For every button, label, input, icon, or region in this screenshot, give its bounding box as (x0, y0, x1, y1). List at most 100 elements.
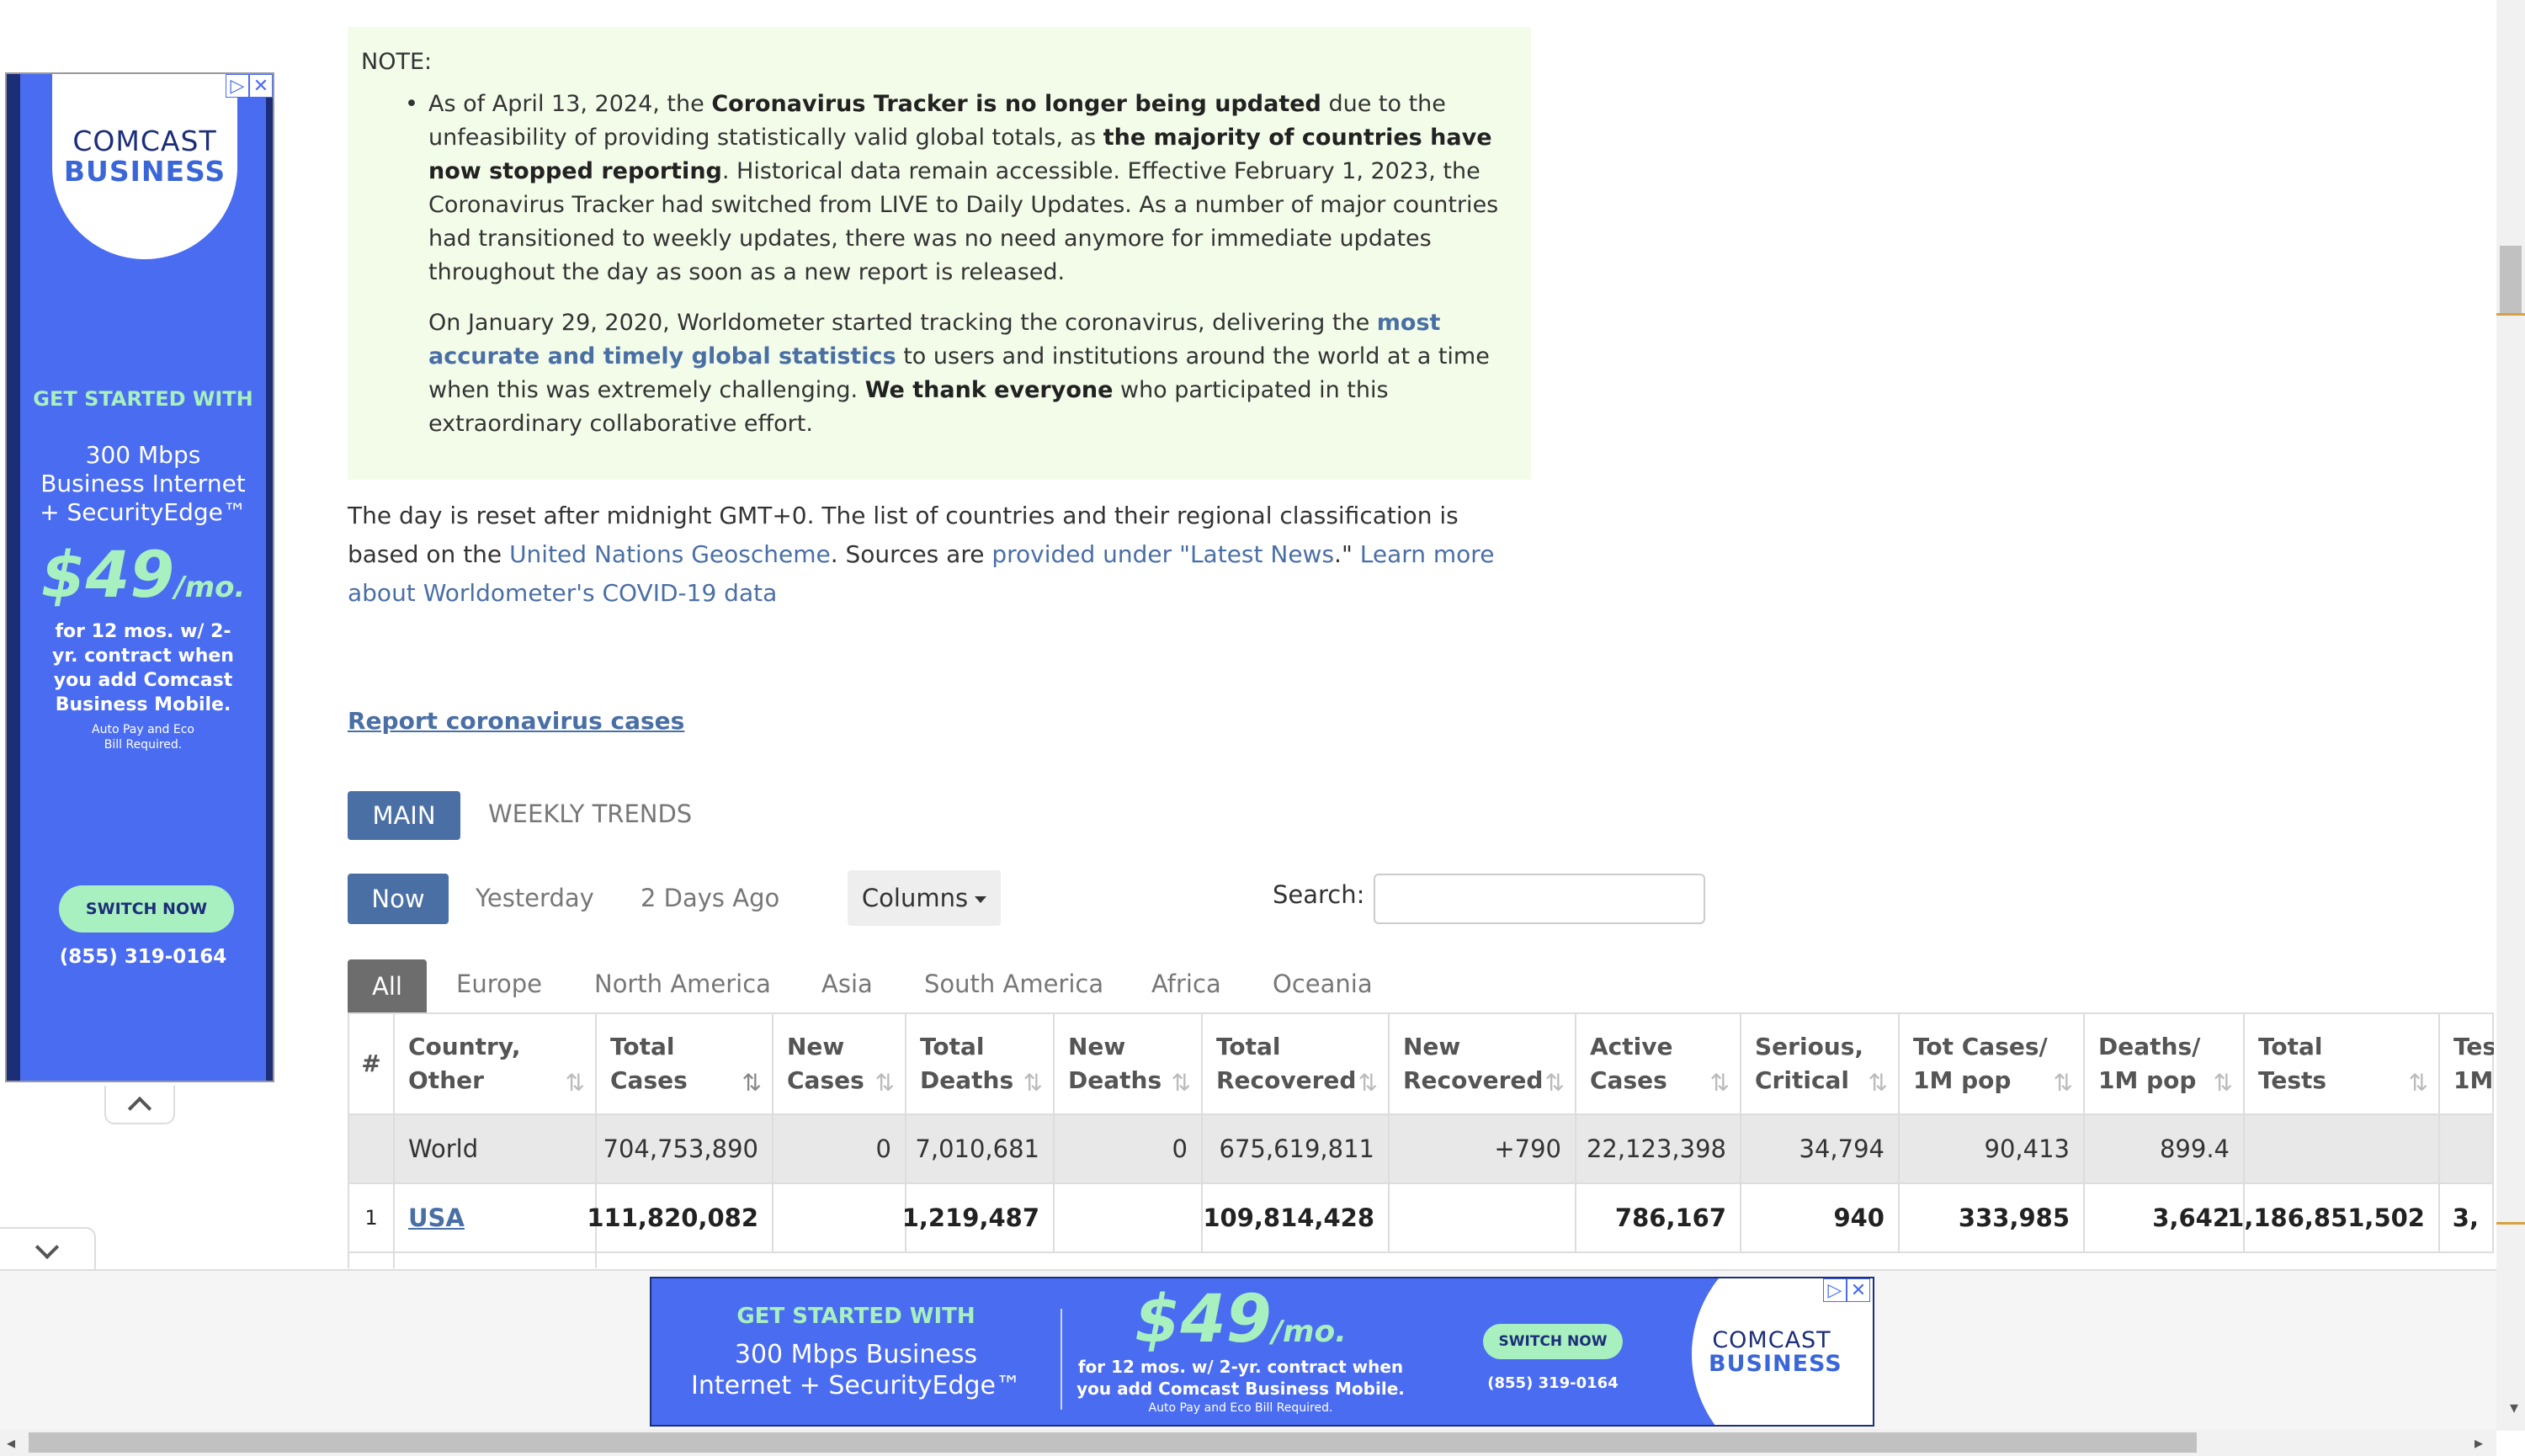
header-label: Deaths/1M pop (2098, 1030, 2200, 1097)
header-label: # (361, 1049, 381, 1077)
report-cases-link[interactable]: Report coronavirus cases (348, 707, 684, 735)
col-header-country[interactable]: Country, Other ⇅ (395, 1014, 597, 1113)
sort-icon: ⇅ (1358, 1069, 1378, 1097)
ad-fine-print: Auto Pay and Eco Bill Required. (92, 723, 194, 752)
col-header-new-deaths[interactable]: New Deaths ⇅ (1055, 1014, 1203, 1113)
header-line: New (1403, 1033, 1461, 1060)
banner-price: $49 (1135, 1282, 1272, 1358)
country-link-usa[interactable]: USA (408, 1204, 465, 1232)
table-cell-country: World (395, 1115, 597, 1182)
tab-now[interactable]: Now (348, 874, 449, 924)
col-header-total-cases[interactable]: Total Cases ⇅ (597, 1014, 773, 1113)
col-header-deaths-per-million[interactable]: Deaths/1M pop ⇅ (2085, 1014, 2245, 1113)
chevron-down-icon (35, 1235, 60, 1260)
ad-close-icon[interactable]: ✕ (249, 74, 273, 98)
banner-ad-choices-icon[interactable]: ▷ (1823, 1278, 1847, 1302)
columns-label: Columns (861, 884, 969, 912)
col-header-total-recovered[interactable]: Total Recovered ⇅ (1203, 1014, 1390, 1113)
region-tab-europe[interactable]: Europe (456, 970, 542, 998)
table-cell (348, 1253, 395, 1268)
table-cell: 111,820,082 (587, 1184, 773, 1251)
header-label: Total Cases (610, 1030, 688, 1097)
table-cell: 786,167 (1576, 1184, 1741, 1251)
latest-news-link[interactable]: provided under "Latest News (991, 540, 1334, 568)
ad-price-block: $49/mo. (20, 537, 266, 612)
table-cell: 3, (2440, 1184, 2494, 1251)
vertical-scroll-thumb[interactable] (2500, 246, 2522, 313)
table-cell: 7,010,681 (906, 1115, 1055, 1182)
header-line: 1M (2453, 1066, 2494, 1094)
banner-price-unit: /mo. (1271, 1315, 1347, 1349)
col-header-total-tests[interactable]: Total Tests ⇅ (2245, 1014, 2440, 1113)
header-line: Cases (787, 1066, 864, 1094)
sort-icon: ⇅ (2213, 1069, 2233, 1097)
scroll-down-arrow-icon[interactable]: ▾ (2510, 1397, 2518, 1417)
table-cell: 0 (773, 1115, 906, 1182)
search-input[interactable] (1374, 874, 1705, 924)
table-cell: 1,186,851,502 (2227, 1184, 2440, 1251)
table-cell (348, 1115, 395, 1182)
table-cell: 34,794 (1741, 1115, 1900, 1182)
scroll-left-arrow-icon[interactable]: ◂ (7, 1432, 15, 1453)
ad-switch-now-button[interactable]: SWITCH NOW (59, 885, 234, 933)
banner-close-icon[interactable]: ✕ (1847, 1278, 1870, 1302)
bottom-advertisement[interactable]: GET STARTED WITH 300 Mbps Business Inter… (650, 1277, 1874, 1427)
col-header-active-cases[interactable]: Active Cases ⇅ (1576, 1014, 1741, 1113)
banner-price-block: $49/mo. (1072, 1282, 1409, 1358)
scroll-marker (2496, 1222, 2525, 1225)
header-line: Total (1216, 1033, 1281, 1060)
info-text: . Sources are (830, 540, 992, 568)
region-tab-asia[interactable]: Asia (821, 970, 873, 998)
table-cell: 940 (1741, 1184, 1900, 1251)
col-header-tests-per-million[interactable]: Tes 1M (2440, 1014, 2494, 1113)
region-tab-oceania[interactable]: Oceania (1273, 970, 1373, 998)
horizontal-scroll-thumb[interactable] (29, 1432, 2197, 1453)
col-header-rank[interactable]: # (348, 1014, 395, 1113)
table-cell: +790 (1390, 1115, 1576, 1182)
header-label: New Deaths (1068, 1030, 1162, 1097)
sort-icon: ⇅ (1544, 1069, 1565, 1097)
header-line: 1M pop (2098, 1066, 2197, 1094)
tab-yesterday[interactable]: Yesterday (476, 884, 594, 912)
left-advertisement[interactable]: COMCAST BUSINESS GET STARTED WITH 300 Mb… (5, 72, 274, 1082)
ad-brand-line2: BUSINESS (63, 155, 226, 188)
col-header-serious-critical[interactable]: Serious, Critical ⇅ (1741, 1014, 1900, 1113)
col-header-total-deaths[interactable]: Total Deaths ⇅ (906, 1014, 1055, 1113)
header-label: New Recovered (1403, 1030, 1543, 1097)
region-tab-all[interactable]: All (348, 959, 427, 1013)
covid-table: # Country, Other ⇅ Total Cases ⇅ New Cases ⇅ T… (348, 1012, 2494, 1268)
header-label: Country, Other (408, 1030, 521, 1097)
sort-icon: ⇅ (1171, 1069, 1191, 1097)
tab-main[interactable]: MAIN (348, 791, 460, 840)
banner-fine-print: Auto Pay and Eco Bill Required. (1148, 1401, 1333, 1415)
header-line: Recovered (1403, 1066, 1544, 1094)
region-tab-south-america[interactable]: South America (924, 970, 1103, 998)
region-tab-north-america[interactable]: North America (594, 970, 771, 998)
col-header-cases-per-million[interactable]: Tot Cases/1M pop ⇅ (1900, 1014, 2085, 1113)
columns-dropdown[interactable]: Columns (848, 870, 1001, 926)
banner-phone: (855) 319-0164 (1487, 1374, 1619, 1392)
tab-weekly-trends[interactable]: WEEKLY TRENDS (488, 800, 692, 828)
col-header-new-recovered[interactable]: New Recovered ⇅ (1390, 1014, 1576, 1113)
header-line: Total (920, 1033, 985, 1060)
banner-cta: GET STARTED WITH (736, 1304, 975, 1329)
header-line: Total (2258, 1033, 2323, 1060)
region-tab-africa[interactable]: Africa (1151, 970, 1221, 998)
horizontal-scrollbar[interactable]: ◂ ▸ (0, 1429, 2496, 1456)
ad-speed: 300 Mbps Business Internet + SecurityEdg… (40, 441, 247, 526)
ad-choices-icon[interactable]: ▷ (226, 74, 249, 98)
col-header-new-cases[interactable]: New Cases ⇅ (773, 1014, 906, 1113)
expand-ad-button[interactable] (0, 1227, 96, 1273)
scroll-right-arrow-icon[interactable]: ▸ (2474, 1432, 2483, 1453)
note-text: As of April 13, 2024, the (428, 91, 712, 117)
header-label: Tes 1M (2453, 1030, 2494, 1097)
table-cell: 675,619,811 (1203, 1115, 1390, 1182)
vertical-scrollbar[interactable]: ▾ (2496, 0, 2525, 1431)
table-row-world: World 704,753,890 0 7,010,681 0 675,619,… (348, 1115, 2494, 1184)
tab-two-days-ago[interactable]: 2 Days Ago (641, 884, 779, 912)
ad-phone: (855) 319-0164 (59, 946, 227, 968)
un-geoscheme-link[interactable]: United Nations Geoscheme (509, 540, 831, 568)
banner-switch-now-button[interactable]: SWITCH NOW (1483, 1324, 1623, 1359)
header-line: 1M pop (1913, 1066, 2012, 1094)
collapse-ad-button[interactable] (104, 1086, 175, 1124)
